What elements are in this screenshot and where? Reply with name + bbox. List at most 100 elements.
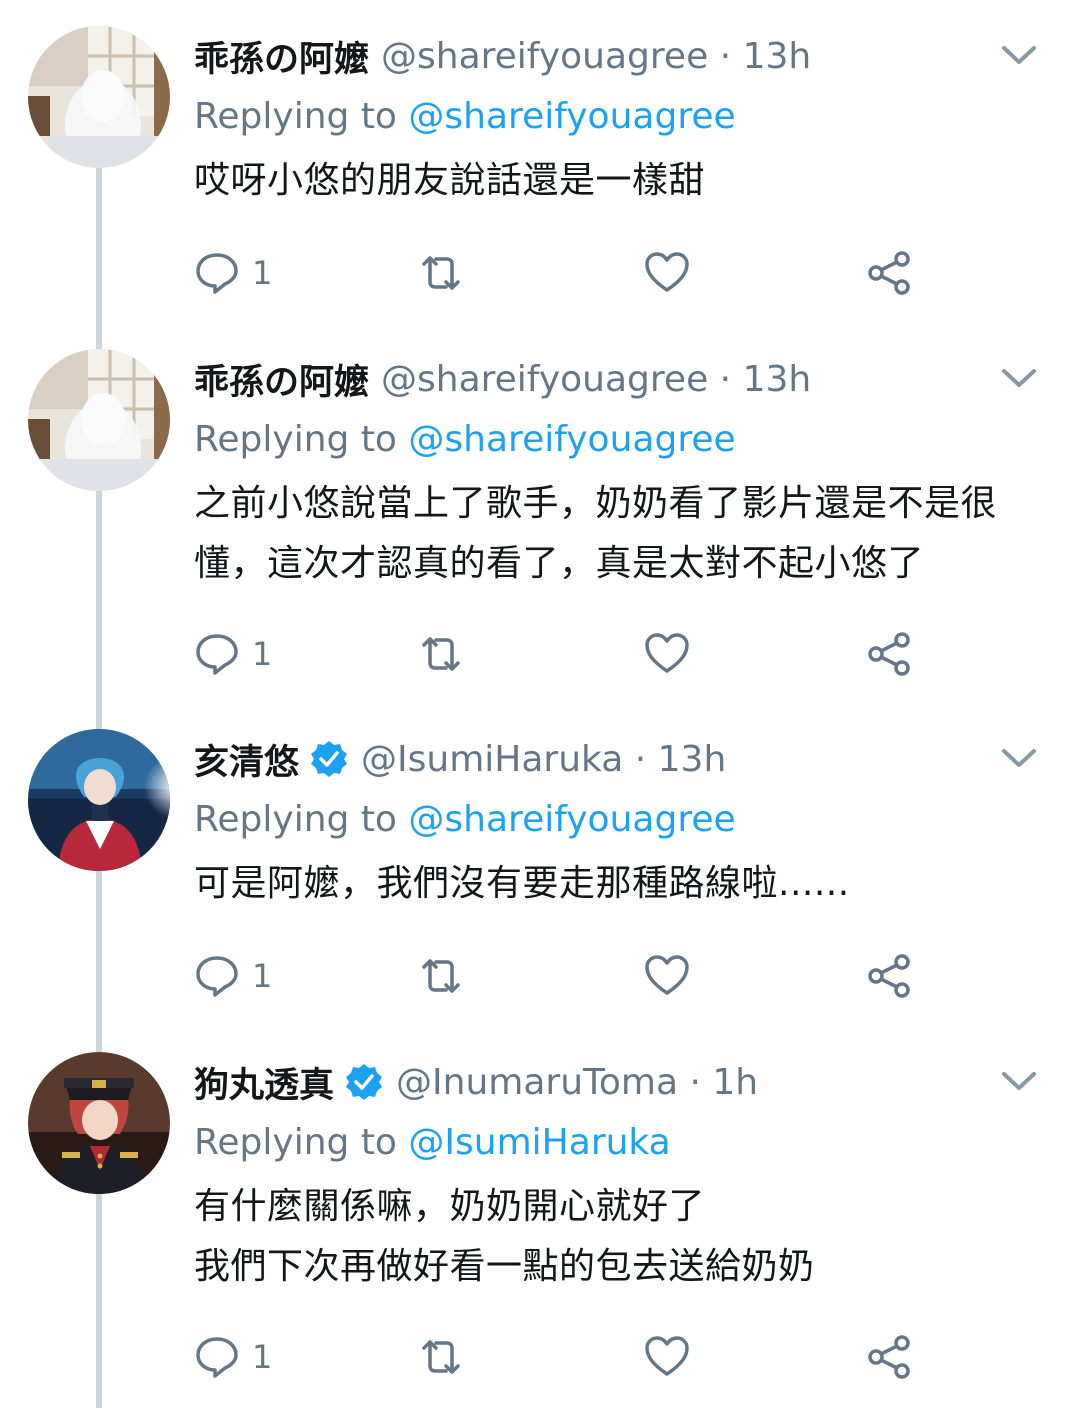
retweet-icon <box>422 959 460 993</box>
tweet-text-line: 可是阿嬤，我們沒有要走那種路線啦...... <box>194 863 850 904</box>
timestamp[interactable]: 13h <box>658 739 727 780</box>
reply-button[interactable]: 1 <box>194 248 272 298</box>
tweet-text: 之前小悠說當上了歌手，奶奶看了影片還是不是很 懂，這次才認真的看了，真是太對不起… <box>194 474 1064 594</box>
retweet-icon <box>422 256 460 290</box>
replying-to: Replying to @shareifyouagree <box>194 799 736 840</box>
display-name[interactable]: 乖孫の阿嬤 <box>194 354 369 405</box>
mention-link[interactable]: @IsumiHaruka <box>408 1122 670 1163</box>
like-button[interactable] <box>644 629 690 679</box>
avatar[interactable] <box>28 26 170 168</box>
toma-avatar-icon <box>28 1052 170 1194</box>
share-icon <box>868 632 910 676</box>
display-name[interactable]: 亥清悠 <box>194 734 299 785</box>
like-button[interactable] <box>644 1332 690 1382</box>
grandma-avatar-icon <box>28 26 170 168</box>
reply-button[interactable]: 1 <box>194 629 272 679</box>
replying-label: Replying to <box>194 419 397 460</box>
verified-badge-icon <box>311 741 348 777</box>
handle-time: @shareifyouagree · 13h <box>381 358 812 400</box>
tweet-text-line: 有什麼關係嘛，奶奶開心就好了 <box>194 1186 706 1227</box>
chevron-down-icon[interactable] <box>1000 363 1038 393</box>
replying-to: Replying to @shareifyouagree <box>194 96 736 137</box>
heart-icon <box>645 252 689 292</box>
timestamp[interactable]: 13h <box>743 36 812 77</box>
chevron-down-icon[interactable] <box>1000 40 1038 70</box>
retweet-button[interactable] <box>418 248 464 298</box>
reply-button[interactable]: 1 <box>194 1332 272 1382</box>
action-bar: 1 <box>194 1332 924 1382</box>
share-icon <box>868 1335 910 1379</box>
handle-time: @InumaruToma · 1h <box>396 1061 759 1103</box>
handle-time: @IsumiHaruka · 13h <box>361 738 727 780</box>
heart-icon <box>645 955 689 995</box>
reply-icon <box>196 1337 238 1378</box>
tweet-header: 乖孫の阿嬤 @shareifyouagree · 13h <box>194 351 811 407</box>
mention-link[interactable]: @shareifyouagree <box>408 799 735 840</box>
action-bar: 1 <box>194 629 924 679</box>
tweet-text-line: 之前小悠說當上了歌手，奶奶看了影片還是不是很 <box>194 483 998 524</box>
tweet-header: 亥清悠 @IsumiHaruka · 13h <box>194 731 726 787</box>
handle[interactable]: @IsumiHaruka <box>361 739 623 780</box>
tweet-text-line: 哎呀小悠的朋友說話還是一樣甜 <box>194 160 706 201</box>
mention-link[interactable]: @shareifyouagree <box>408 419 735 460</box>
tweet-text-line: 懂，這次才認真的看了，真是太對不起小悠了 <box>194 543 925 584</box>
retweet-icon <box>422 637 460 671</box>
retweet-icon <box>422 1340 460 1374</box>
avatar[interactable] <box>28 1052 170 1194</box>
share-button[interactable] <box>866 248 912 298</box>
chevron-down-icon[interactable] <box>1000 743 1038 773</box>
display-name[interactable]: 乖孫の阿嬤 <box>194 31 369 82</box>
heart-icon <box>645 1336 689 1376</box>
tweet[interactable]: 亥清悠 @IsumiHaruka · 13h Replying to @shar… <box>0 729 1080 1029</box>
reply-icon <box>196 956 238 997</box>
share-button[interactable] <box>866 629 912 679</box>
mention-link[interactable]: @shareifyouagree <box>408 96 735 137</box>
haruka-avatar-icon <box>28 729 170 871</box>
avatar[interactable] <box>28 729 170 871</box>
timestamp[interactable]: 13h <box>743 359 812 400</box>
timestamp[interactable]: 1h <box>712 1062 758 1103</box>
share-icon <box>868 954 910 998</box>
tweet-text-line: 我們下次再做好看一點的包去送給奶奶 <box>194 1246 815 1287</box>
tweet[interactable]: 乖孫の阿嬤 @shareifyouagree · 13h Replying to… <box>0 349 1080 709</box>
chevron-down-icon[interactable] <box>1000 1066 1038 1096</box>
tweet-text: 哎呀小悠的朋友說話還是一樣甜 <box>194 151 1064 211</box>
replying-to: Replying to @IsumiHaruka <box>194 1122 671 1163</box>
tweet-header: 狗丸透真 @InumaruToma · 1h <box>194 1054 758 1110</box>
replying-label: Replying to <box>194 799 397 840</box>
share-icon <box>868 251 910 295</box>
handle-time: @shareifyouagree · 13h <box>381 35 812 77</box>
retweet-button[interactable] <box>418 951 464 1001</box>
like-button[interactable] <box>644 248 690 298</box>
handle[interactable]: @InumaruToma <box>396 1062 678 1103</box>
reply-count: 1 <box>252 1338 273 1376</box>
display-name[interactable]: 狗丸透真 <box>194 1057 334 1108</box>
like-button[interactable] <box>644 951 690 1001</box>
tweet[interactable]: 狗丸透真 @InumaruToma · 1h Replying to @Isum… <box>0 1052 1080 1408</box>
reply-icon <box>196 253 238 294</box>
tweet-text: 可是阿嬤，我們沒有要走那種路線啦...... <box>194 854 1064 914</box>
tweet[interactable]: 乖孫の阿嬤 @shareifyouagree · 13h Replying to… <box>0 26 1080 326</box>
heart-icon <box>645 633 689 673</box>
retweet-button[interactable] <box>418 629 464 679</box>
reply-count: 1 <box>252 254 273 292</box>
reply-button[interactable]: 1 <box>194 951 272 1001</box>
action-bar: 1 <box>194 248 924 298</box>
grandma-avatar-icon <box>28 349 170 491</box>
handle[interactable]: @shareifyouagree <box>381 359 708 400</box>
reply-count: 1 <box>252 957 273 995</box>
handle[interactable]: @shareifyouagree <box>381 36 708 77</box>
retweet-button[interactable] <box>418 1332 464 1382</box>
action-bar: 1 <box>194 951 924 1001</box>
replying-label: Replying to <box>194 96 397 137</box>
replying-to: Replying to @shareifyouagree <box>194 419 736 460</box>
tweet-text: 有什麼關係嘛，奶奶開心就好了 我們下次再做好看一點的包去送給奶奶 <box>194 1177 1064 1297</box>
reply-icon <box>196 634 238 675</box>
replying-label: Replying to <box>194 1122 397 1163</box>
share-button[interactable] <box>866 1332 912 1382</box>
avatar[interactable] <box>28 349 170 491</box>
verified-badge-icon <box>346 1064 383 1100</box>
share-button[interactable] <box>866 951 912 1001</box>
reply-count: 1 <box>252 635 273 673</box>
tweet-header: 乖孫の阿嬤 @shareifyouagree · 13h <box>194 28 811 84</box>
